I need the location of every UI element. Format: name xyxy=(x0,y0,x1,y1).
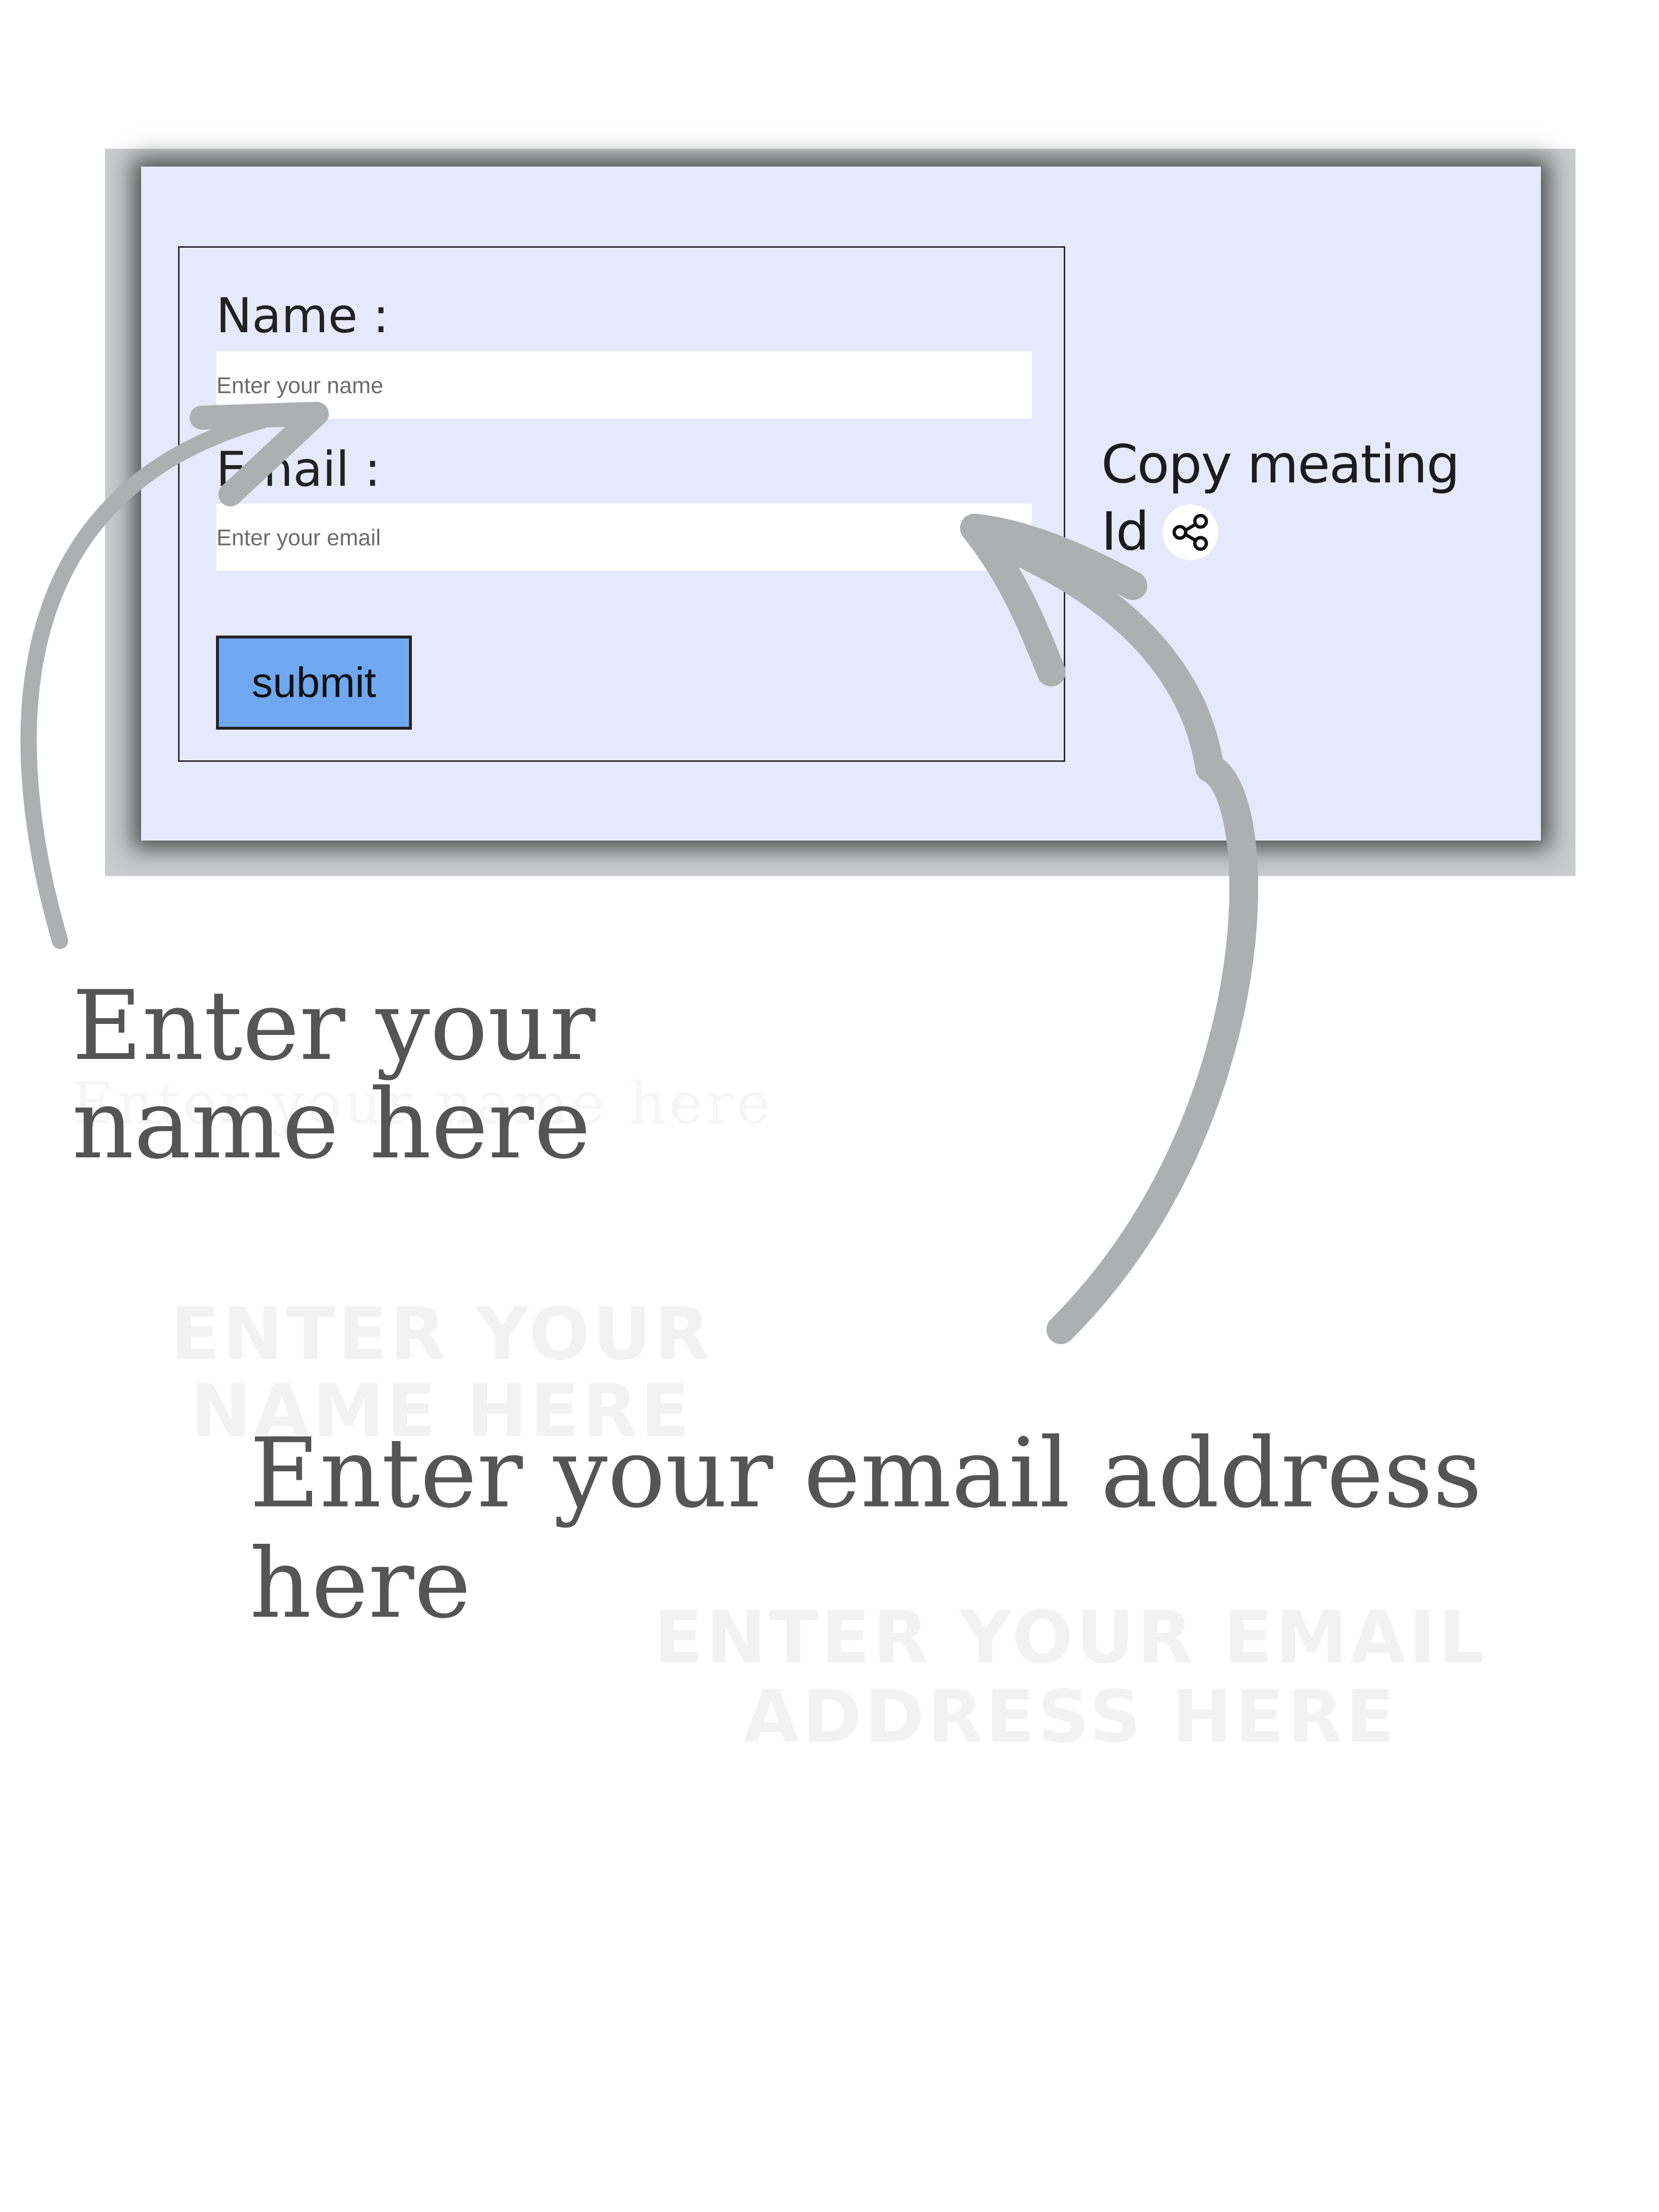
name-input[interactable] xyxy=(216,351,1032,419)
submit-button[interactable]: submit xyxy=(216,636,412,730)
copy-meeting-id[interactable]: Copy meating Id xyxy=(1101,431,1514,565)
email-label: Email : xyxy=(216,441,381,497)
meeting-card: Name : Email : submit Copy meating Id xyxy=(141,167,1541,841)
email-hint-caption: Enter your email address here xyxy=(250,1418,1482,1640)
copy-meeting-id-label: Copy meating Id xyxy=(1101,433,1460,562)
name-label: Name : xyxy=(216,288,389,344)
share-icon[interactable] xyxy=(1163,505,1219,560)
join-form: Name : Email : submit xyxy=(178,246,1065,762)
name-hint-caption: Enter your name here xyxy=(72,970,596,1180)
email-input[interactable] xyxy=(216,504,1032,571)
